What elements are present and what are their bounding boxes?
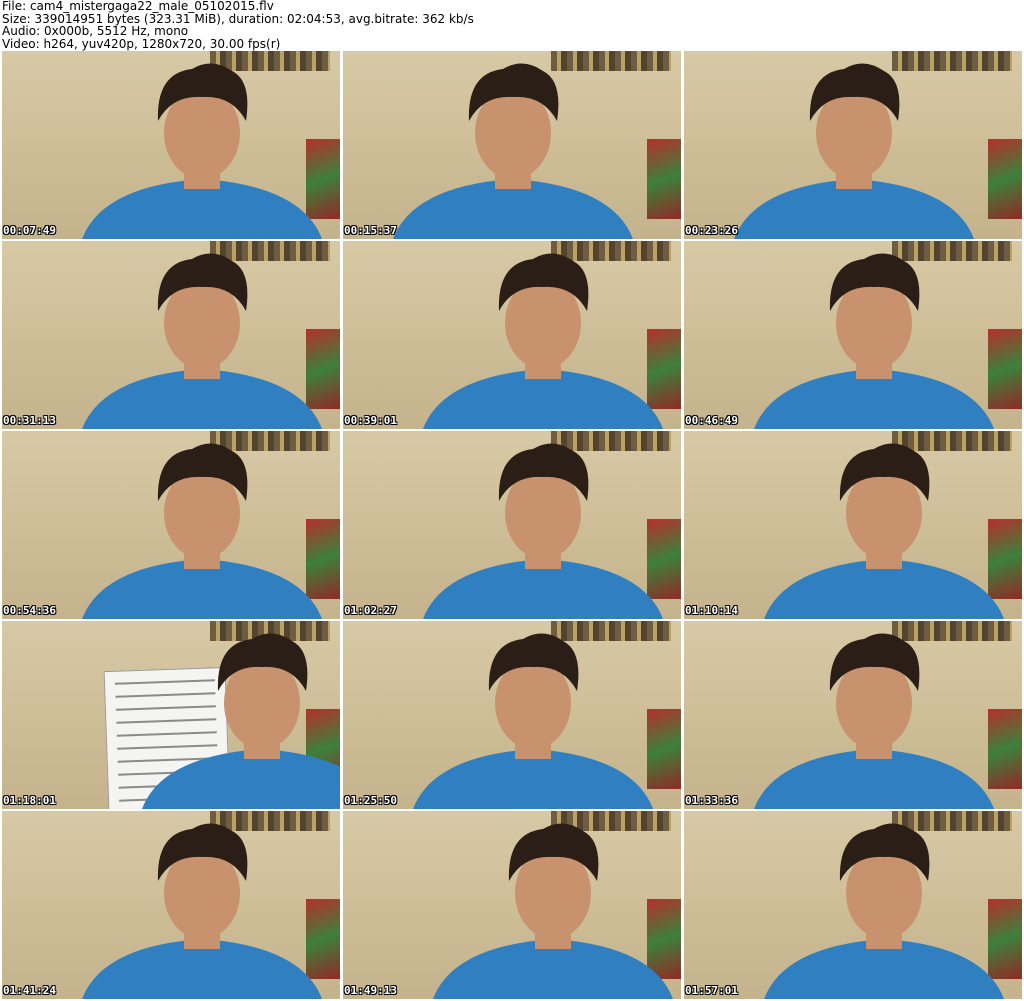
thumbnail-timestamp: 00:54:36 bbox=[3, 604, 56, 617]
person-figure bbox=[82, 63, 322, 239]
thumbnail-timestamp: 01:18:01 bbox=[3, 794, 56, 807]
person-figure bbox=[423, 253, 663, 429]
video-info: Video: h264, yuv420p, 1280x720, 30.00 fp… bbox=[2, 36, 281, 51]
person-figure bbox=[764, 443, 1004, 619]
thumbnail-timestamp: 00:15:37 bbox=[344, 224, 397, 237]
video-thumbnail[interactable]: 01:25:50 bbox=[343, 621, 681, 809]
video-thumbnail[interactable]: 00:39:01 bbox=[343, 241, 681, 429]
thumbnail-timestamp: 00:46:49 bbox=[685, 414, 738, 427]
video-thumbnail[interactable]: 01:02:27 bbox=[343, 431, 681, 619]
video-thumbnail[interactable]: 00:15:37 bbox=[343, 51, 681, 239]
video-thumbnail[interactable]: 00:23:26 bbox=[684, 51, 1022, 239]
thumbnail-timestamp: 01:02:27 bbox=[344, 604, 397, 617]
thumbnail-timestamp: 00:07:49 bbox=[3, 224, 56, 237]
person-figure bbox=[413, 633, 653, 809]
person-figure bbox=[734, 63, 974, 239]
thumbnail-timestamp: 00:23:26 bbox=[685, 224, 738, 237]
thumbnail-timestamp: 01:49:13 bbox=[344, 984, 397, 997]
video-thumbnail[interactable]: 00:54:36 bbox=[2, 431, 340, 619]
person-figure bbox=[433, 823, 673, 999]
video-thumbnail[interactable]: 00:46:49 bbox=[684, 241, 1022, 429]
person-figure bbox=[82, 443, 322, 619]
video-thumbnail[interactable]: 01:18:01 bbox=[2, 621, 340, 809]
video-thumbnail[interactable]: 00:07:49 bbox=[2, 51, 340, 239]
video-thumbnail[interactable]: 00:31:13 bbox=[2, 241, 340, 429]
audio-info: Audio: 0x000b, 5512 Hz, mono bbox=[2, 24, 189, 38]
video-thumbnail[interactable]: 01:49:13 bbox=[343, 811, 681, 999]
thumbnail-timestamp: 00:39:01 bbox=[344, 414, 397, 427]
shirt-shape bbox=[142, 749, 340, 809]
file-name: File: cam4_mistergaga22_male_05102015.fl… bbox=[2, 0, 274, 13]
thumbnail-timestamp: 01:57:01 bbox=[685, 984, 738, 997]
person-figure bbox=[142, 633, 340, 809]
thumbnail-timestamp: 01:41:24 bbox=[3, 984, 56, 997]
video-thumbnail[interactable]: 01:10:14 bbox=[684, 431, 1022, 619]
person-figure bbox=[754, 253, 994, 429]
video-thumbnail[interactable]: 01:33:36 bbox=[684, 621, 1022, 809]
thumbnail-timestamp: 00:31:13 bbox=[3, 414, 56, 427]
thumbnail-timestamp: 01:33:36 bbox=[685, 794, 738, 807]
person-figure bbox=[764, 823, 1004, 999]
video-thumbnail[interactable]: 01:57:01 bbox=[684, 811, 1022, 999]
person-figure bbox=[393, 63, 633, 239]
thumbnail-grid: 00:07:49 00:15:37 00:23:26 00:31:13 00:3… bbox=[2, 51, 1022, 1001]
person-figure bbox=[82, 253, 322, 429]
thumbnail-timestamp: 01:10:14 bbox=[685, 604, 738, 617]
person-figure bbox=[423, 443, 663, 619]
video-thumbnail[interactable]: 01:41:24 bbox=[2, 811, 340, 999]
person-figure bbox=[754, 633, 994, 809]
thumbnail-timestamp: 01:25:50 bbox=[344, 794, 397, 807]
person-figure bbox=[82, 823, 322, 999]
file-info-header: File: cam4_mistergaga22_male_05102015.fl… bbox=[2, 0, 1022, 50]
